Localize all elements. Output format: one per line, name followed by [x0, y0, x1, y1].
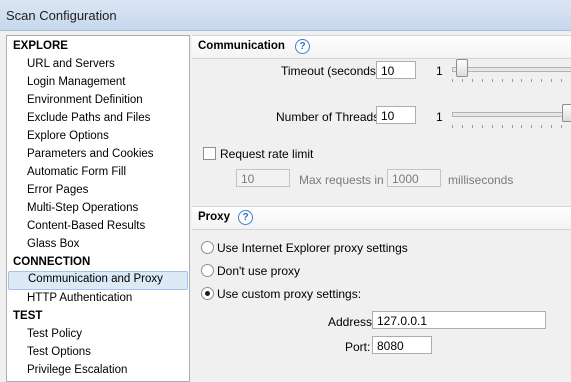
- timeout-slider-track[interactable]: [452, 67, 571, 72]
- sidebar-item-privilege-escalation[interactable]: Privilege Escalation: [27, 364, 127, 376]
- slider-tick: [521, 79, 522, 82]
- address-label: Address:: [328, 315, 376, 329]
- threads-input[interactable]: 10: [376, 106, 416, 124]
- slider-tick: [492, 79, 493, 82]
- slider-tick: [462, 79, 463, 82]
- milliseconds-label: milliseconds: [448, 173, 514, 187]
- slider-tick: [502, 125, 503, 128]
- sidebar-category-explore: EXPLORE: [13, 40, 68, 52]
- slider-tick: [482, 125, 483, 128]
- slider-tick: [541, 79, 542, 82]
- port-label: Port:: [345, 340, 371, 354]
- config-sidebar[interactable]: EXPLORE URL and Servers Login Management…: [6, 35, 190, 382]
- custom-proxy-label: Use custom proxy settings:: [217, 287, 362, 301]
- communication-title: Communication: [198, 40, 285, 52]
- timeout-input[interactable]: 10: [376, 61, 416, 79]
- sidebar-item-login-management[interactable]: Login Management: [27, 76, 125, 88]
- sidebar-item-label: Communication and Proxy: [28, 273, 163, 285]
- sidebar-item-glass-box[interactable]: Glass Box: [27, 238, 79, 250]
- max-requests-input[interactable]: 10: [236, 169, 290, 187]
- sidebar-item-url-and-servers[interactable]: URL and Servers: [27, 58, 115, 70]
- help-icon[interactable]: ?: [295, 39, 310, 54]
- timeout-slider-thumb[interactable]: [456, 59, 468, 77]
- slider-tick: [452, 125, 453, 128]
- threads-slider-thumb[interactable]: [562, 104, 571, 122]
- sidebar-item-multi-step-operations[interactable]: Multi-Step Operations: [27, 202, 138, 214]
- threads-label: Number of Threads:: [276, 110, 383, 124]
- slider-tick: [531, 125, 532, 128]
- milliseconds-input[interactable]: 1000: [387, 169, 441, 187]
- request-rate-limit-label: Request rate limit: [220, 147, 314, 161]
- slider-tick: [472, 79, 473, 82]
- sidebar-item-explore-options[interactable]: Explore Options: [27, 130, 109, 142]
- slider-tick: [521, 125, 522, 128]
- slider-tick: [551, 125, 552, 128]
- slider-tick: [492, 125, 493, 128]
- slider-tick: [541, 125, 542, 128]
- request-rate-limit-checkbox[interactable]: [203, 147, 216, 160]
- ie-proxy-label: Use Internet Explorer proxy settings: [217, 241, 408, 255]
- timeout-slider-ticks: [452, 79, 571, 82]
- max-requests-label: Max requests in: [299, 173, 384, 187]
- slider-tick: [472, 125, 473, 128]
- proxy-port-input[interactable]: 8080: [372, 336, 432, 354]
- slider-tick: [551, 79, 552, 82]
- timeout-label: Timeout (seconds):: [281, 64, 384, 78]
- threads-slider-track[interactable]: [452, 112, 571, 117]
- sidebar-item-environment-definition[interactable]: Environment Definition: [27, 94, 143, 106]
- no-proxy-radio[interactable]: [201, 264, 214, 277]
- slider-tick: [452, 79, 453, 82]
- threads-slider-min: 1: [436, 110, 443, 124]
- proxy-title: Proxy: [198, 211, 230, 223]
- sidebar-category-connection: CONNECTION: [13, 256, 91, 268]
- sidebar-item-communication-proxy[interactable]: Communication and Proxy: [8, 271, 188, 290]
- proxy-section-header: Proxy ?: [192, 206, 571, 230]
- slider-tick: [561, 79, 562, 82]
- custom-proxy-radio[interactable]: [201, 287, 214, 300]
- slider-tick: [512, 79, 513, 82]
- window-titlebar: Scan Configuration: [0, 0, 571, 31]
- sidebar-item-parameters-cookies[interactable]: Parameters and Cookies: [27, 148, 154, 160]
- sidebar-item-error-pages[interactable]: Error Pages: [27, 184, 88, 196]
- sidebar-category-test: TEST: [13, 310, 43, 322]
- proxy-address-input[interactable]: 127.0.0.1: [372, 311, 546, 329]
- communication-section-header: Communication ?: [192, 35, 571, 59]
- slider-tick: [502, 79, 503, 82]
- slider-tick: [482, 79, 483, 82]
- sidebar-item-content-based-results[interactable]: Content-Based Results: [27, 220, 145, 232]
- sidebar-item-http-authentication[interactable]: HTTP Authentication: [27, 292, 132, 304]
- slider-tick: [462, 125, 463, 128]
- sidebar-item-test-options[interactable]: Test Options: [27, 346, 91, 358]
- ie-proxy-radio[interactable]: [201, 241, 214, 254]
- slider-tick: [531, 79, 532, 82]
- slider-tick: [512, 125, 513, 128]
- no-proxy-label: Don't use proxy: [217, 264, 300, 278]
- sidebar-item-test-policy[interactable]: Test Policy: [27, 328, 82, 340]
- settings-panel: Communication ? Timeout (seconds): 10 1 …: [192, 35, 571, 372]
- threads-slider-ticks: [452, 125, 571, 128]
- timeout-slider-min: 1: [436, 64, 443, 78]
- sidebar-item-automatic-form-fill[interactable]: Automatic Form Fill: [27, 166, 126, 178]
- slider-tick: [561, 125, 562, 128]
- help-icon[interactable]: ?: [238, 210, 253, 225]
- window-title: Scan Configuration: [6, 8, 117, 23]
- sidebar-item-exclude-paths[interactable]: Exclude Paths and Files: [27, 112, 150, 124]
